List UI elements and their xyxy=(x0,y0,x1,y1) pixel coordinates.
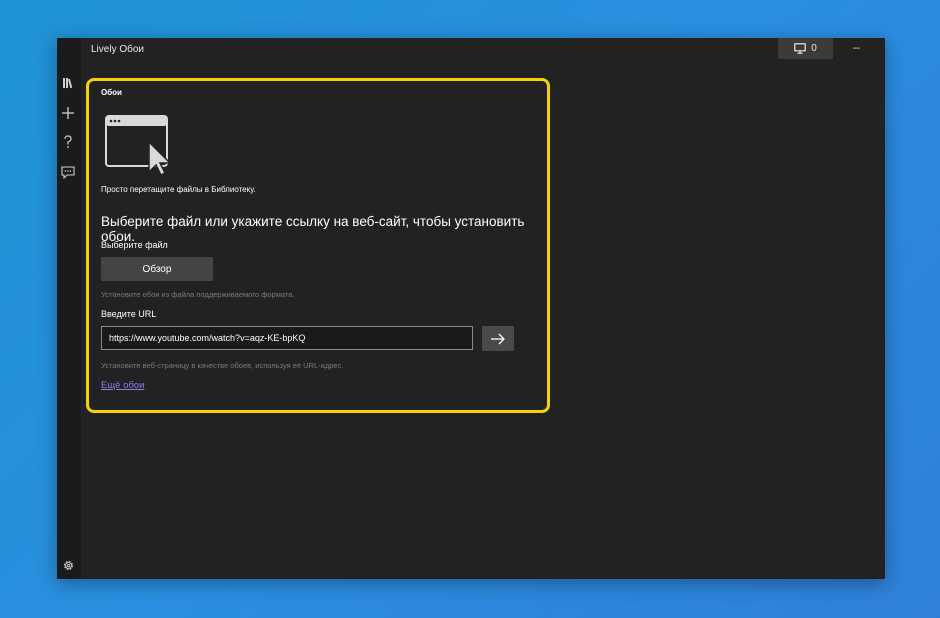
add-wallpaper-panel: Обои Просто перетащите файлы в Библиотек… xyxy=(86,78,550,413)
file-label: Выберите файл xyxy=(101,240,168,250)
gear-icon[interactable] xyxy=(59,556,77,574)
file-hint: Установите обои из файла поддерживаемого… xyxy=(101,290,295,299)
library-icon[interactable] xyxy=(59,74,77,92)
url-input[interactable] xyxy=(101,326,473,350)
screen-count: 0 xyxy=(811,43,817,54)
minimize-button[interactable]: – xyxy=(853,40,860,54)
drag-drop-illustration-icon xyxy=(105,115,172,175)
drop-hint: Просто перетащите файлы в Библиотеку. xyxy=(101,185,256,194)
browse-button[interactable]: Обзор xyxy=(101,257,213,281)
sidebar xyxy=(57,38,81,579)
page-heading: Выберите файл или укажите ссылку на веб-… xyxy=(101,214,525,244)
more-wallpapers-link[interactable]: Ещё обои xyxy=(101,380,144,391)
monitor-icon xyxy=(794,43,807,54)
app-title: Lively Обои xyxy=(91,44,144,55)
submit-url-button[interactable] xyxy=(482,326,514,351)
url-label: Введите URL xyxy=(101,309,157,319)
help-icon[interactable] xyxy=(59,133,77,151)
feedback-icon[interactable] xyxy=(59,163,77,181)
arrow-right-icon xyxy=(491,333,505,344)
screen-selector-button[interactable]: 0 xyxy=(778,38,833,59)
app-window: Lively Обои 0 – Обои Просто перетащите ф… xyxy=(57,38,885,579)
url-hint: Установите веб-страницу в качестве обоев… xyxy=(101,361,344,370)
section-label: Обои xyxy=(101,88,122,97)
add-icon[interactable] xyxy=(59,104,77,122)
